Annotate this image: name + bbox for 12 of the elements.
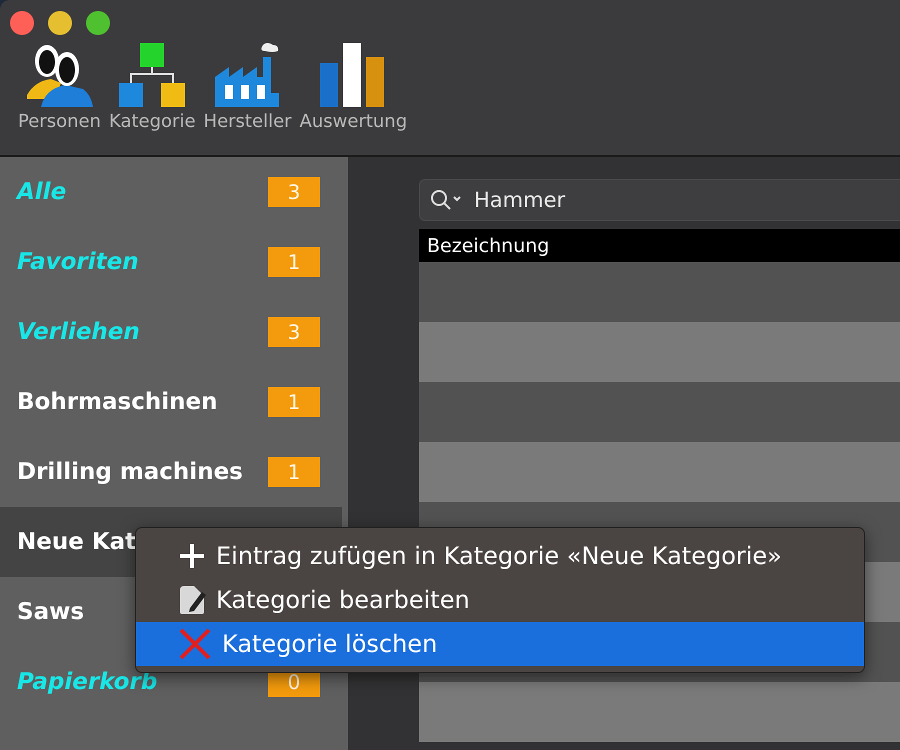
count-badge: 1 xyxy=(268,457,320,487)
category-name: Verliehen xyxy=(17,319,140,345)
count-badge: 3 xyxy=(268,317,320,347)
category-name: Favoriten xyxy=(17,249,139,275)
category-name: Bohrmaschinen xyxy=(17,389,218,415)
category-name: Drilling machines xyxy=(17,459,243,485)
count-badge: 1 xyxy=(268,387,320,417)
count-badge: 3 xyxy=(268,177,320,207)
category-name: Papierkorb xyxy=(17,669,158,695)
category-name: Neue Kat xyxy=(17,529,136,555)
category-name: Alle xyxy=(17,179,66,205)
count-badge: 1 xyxy=(268,247,320,277)
